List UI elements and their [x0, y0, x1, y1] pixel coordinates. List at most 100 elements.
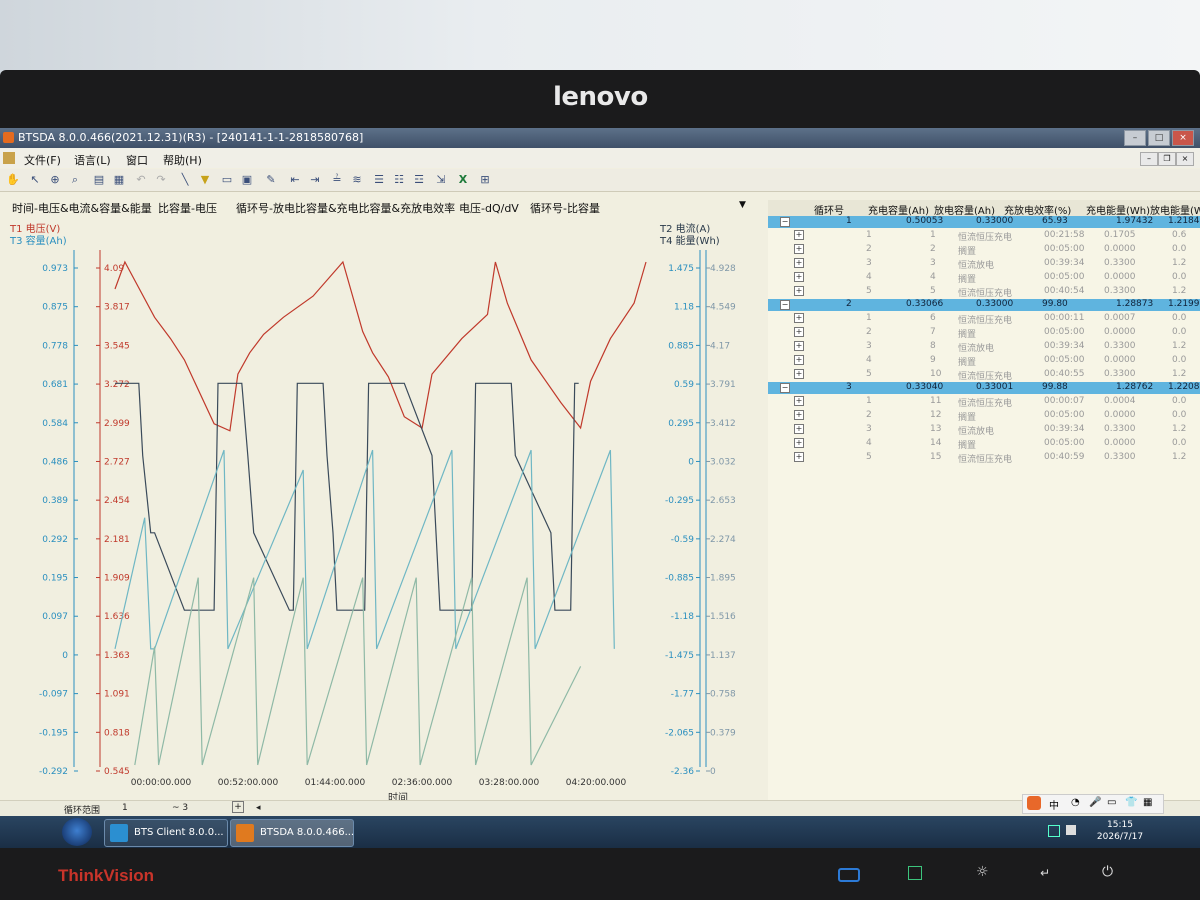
- forward-arrow-icon[interactable]: ⇥: [308, 173, 322, 187]
- print-preview-icon[interactable]: ▦: [112, 173, 126, 187]
- expand-icon[interactable]: +: [232, 801, 244, 813]
- filter-icon[interactable]: ▼: [198, 173, 212, 187]
- shirt-icon[interactable]: 👕: [1125, 797, 1137, 808]
- table-row-step[interactable]: +3 8 恒流放电 00:39:34 0.3300 1.2: [768, 340, 1200, 354]
- cycle-range-to[interactable]: ~ 3: [172, 803, 188, 813]
- ime-mode[interactable]: 中: [1049, 797, 1059, 812]
- table-row-cycle[interactable]: − 1 0.50053 0.33000 65.93 1.97432 1.2184: [768, 216, 1200, 228]
- system-clock[interactable]: 15:15 2026/7/17: [1085, 819, 1155, 843]
- zoom-in-icon[interactable]: ⊕: [48, 173, 62, 187]
- table-row-step[interactable]: +5 5 恒流恒压充电 00:40:54 0.3300 1.2: [768, 285, 1200, 299]
- table-row-step[interactable]: +5 10 恒流恒压充电 00:40:55 0.3300 1.2: [768, 368, 1200, 382]
- expand-icon[interactable]: +: [794, 272, 804, 282]
- notification-icon[interactable]: [1066, 825, 1076, 835]
- menu-language[interactable]: 语言(L): [74, 152, 111, 168]
- close-button[interactable]: ×: [1172, 130, 1194, 146]
- expand-icon[interactable]: +: [794, 438, 804, 448]
- table-row-step[interactable]: +2 7 搁置 00:05:00 0.0000 0.0: [768, 326, 1200, 340]
- table-row-step[interactable]: +4 14 搁置 00:05:00 0.0000 0.0: [768, 437, 1200, 451]
- doc-minimize-button[interactable]: –: [1140, 152, 1158, 166]
- time-series-chart[interactable]: T1 电压(V)T3 容量(Ah) T2 电流(A)T4 能量(Wh) 0.973 0…: [0, 220, 760, 800]
- scroll-left-icon[interactable]: ◂: [256, 803, 261, 813]
- open-folder-icon[interactable]: ▭: [220, 173, 234, 187]
- table-row-cycle[interactable]: − 2 0.33066 0.33000 99.80 1.28873 1.2199: [768, 299, 1200, 311]
- collapse-icon[interactable]: −: [780, 383, 790, 393]
- settings-icon[interactable]: ✎: [264, 173, 278, 187]
- tab-dqdv[interactable]: 电压-dQ/dV: [459, 200, 519, 216]
- power-icon[interactable]: ⏻: [1102, 864, 1113, 880]
- header-cycle-no[interactable]: 循环号: [814, 202, 844, 217]
- tab-dropdown-icon[interactable]: ▼: [739, 200, 746, 210]
- collapse-icon[interactable]: −: [780, 217, 790, 227]
- expand-icon[interactable]: +: [794, 396, 804, 406]
- hand-icon[interactable]: ✋: [6, 173, 20, 187]
- header-charge-capacity[interactable]: 充电容量(Ah): [868, 202, 929, 217]
- table-c-icon[interactable]: ☲: [412, 173, 426, 187]
- series-line-current[interactable]: [115, 382, 579, 611]
- header-charge-energy[interactable]: 充电能量(Wh): [1086, 202, 1150, 217]
- keyboard-icon[interactable]: ▭: [1107, 797, 1116, 808]
- cycle-range-from[interactable]: 1: [122, 803, 128, 813]
- save-icon[interactable]: ▣: [240, 173, 254, 187]
- mic-icon[interactable]: 🎤: [1089, 797, 1101, 808]
- chart-b-icon[interactable]: ≋: [350, 173, 364, 187]
- undo-icon[interactable]: ↶: [134, 173, 148, 187]
- cycle-table[interactable]: 循环号 充电容量(Ah) 放电容量(Ah) 充放电效率(%) 充电能量(Wh) …: [768, 200, 1200, 800]
- menu-help[interactable]: 帮助(H): [163, 152, 202, 168]
- table-row-step[interactable]: +4 9 搁置 00:05:00 0.0000 0.0: [768, 354, 1200, 368]
- excel-icon[interactable]: X: [456, 173, 470, 187]
- expand-icon[interactable]: +: [794, 369, 804, 379]
- expand-icon[interactable]: +: [794, 424, 804, 434]
- redo-icon[interactable]: ↷: [154, 173, 168, 187]
- sogou-icon[interactable]: [1027, 796, 1041, 810]
- ime-toolbar[interactable]: 中 ◔ 🎤 ▭ 👕 ▦: [1022, 794, 1164, 814]
- tab-time-voltage-current[interactable]: 时间-电压&电流&容量&能量: [12, 200, 152, 216]
- start-button[interactable]: [62, 818, 92, 846]
- taskbar-item-bts-client[interactable]: BTS Client 8.0.0...: [104, 819, 228, 847]
- table-row-step[interactable]: +3 3 恒流放电 00:39:34 0.3300 1.2: [768, 257, 1200, 271]
- header-discharge-energy[interactable]: 放电能量(Wh): [1150, 202, 1200, 217]
- table-row-step[interactable]: +1 6 恒流恒压充电 00:00:11 0.0007 0.0: [768, 312, 1200, 326]
- grid-icon[interactable]: ▦: [1143, 797, 1152, 808]
- report-icon[interactable]: ⊞: [478, 173, 492, 187]
- tab-cycle-specific-capacity[interactable]: 循环号-比容量: [530, 200, 600, 216]
- back-icon[interactable]: ↵: [1040, 866, 1050, 880]
- table-row-step[interactable]: +4 4 搁置 00:05:00 0.0000 0.0: [768, 271, 1200, 285]
- expand-icon[interactable]: +: [794, 286, 804, 296]
- table-row-step[interactable]: +3 13 恒流放电 00:39:34 0.3300 1.2: [768, 423, 1200, 437]
- table-row-step[interactable]: +2 12 搁置 00:05:00 0.0000 0.0: [768, 409, 1200, 423]
- line-tool-icon[interactable]: ╲: [178, 173, 192, 187]
- print-icon[interactable]: ▤: [92, 173, 106, 187]
- pointer-icon[interactable]: ↖: [28, 173, 42, 187]
- expand-icon[interactable]: +: [794, 355, 804, 365]
- input-icon[interactable]: [838, 868, 860, 882]
- expand-icon[interactable]: +: [794, 452, 804, 462]
- brightness-icon[interactable]: ☼: [976, 864, 989, 880]
- doc-close-button[interactable]: ×: [1176, 152, 1194, 166]
- expand-icon[interactable]: +: [794, 313, 804, 323]
- punctuation-icon[interactable]: ◔: [1071, 797, 1080, 808]
- series-line-voltage[interactable]: [114, 260, 647, 432]
- menu-icon[interactable]: [908, 866, 922, 880]
- tab-specific-capacity-voltage[interactable]: 比容量-电压: [158, 200, 217, 216]
- tab-cycle-efficiency[interactable]: 循环号-放电比容量&充电比容量&充放电效率: [236, 200, 455, 216]
- taskbar-item-btsda[interactable]: BTSDA 8.0.0.466...: [230, 819, 354, 847]
- menu-file[interactable]: 文件(F): [24, 152, 61, 168]
- table-row-step[interactable]: +1 11 恒流恒压充电 00:00:07 0.0004 0.0: [768, 395, 1200, 409]
- minimize-button[interactable]: –: [1124, 130, 1146, 146]
- series-line-energy[interactable]: [134, 577, 582, 766]
- expand-icon[interactable]: +: [794, 244, 804, 254]
- table-row-step[interactable]: +1 1 恒流恒压充电 00:21:58 0.1705 0.6: [768, 229, 1200, 243]
- expand-icon[interactable]: +: [794, 341, 804, 351]
- show-desktop-icon[interactable]: [1048, 825, 1060, 837]
- header-efficiency[interactable]: 充放电效率(%): [1004, 202, 1071, 217]
- back-arrow-icon[interactable]: ⇤: [288, 173, 302, 187]
- maximize-button[interactable]: □: [1148, 130, 1170, 146]
- expand-icon[interactable]: +: [794, 410, 804, 420]
- table-a-icon[interactable]: ☰: [372, 173, 386, 187]
- chart-area[interactable]: T1 电压(V) T3 容量(Ah) T2 电流(A) T4 能量(Wh) 0.973 0…: [0, 220, 760, 800]
- doc-restore-button[interactable]: ❐: [1158, 152, 1176, 166]
- table-b-icon[interactable]: ☷: [392, 173, 406, 187]
- header-discharge-capacity[interactable]: 放电容量(Ah): [934, 202, 995, 217]
- export-icon[interactable]: ⇲: [434, 173, 448, 187]
